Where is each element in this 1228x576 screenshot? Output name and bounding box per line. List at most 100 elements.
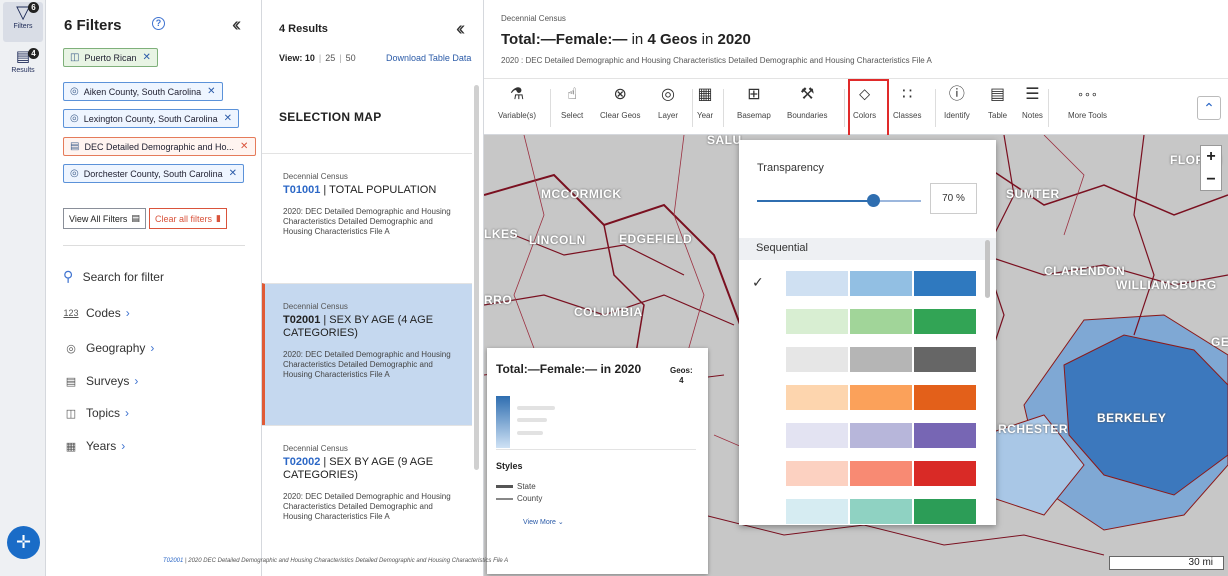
color-ramp-option[interactable] xyxy=(786,271,978,296)
paint-bucket-icon: ⬦ xyxy=(858,86,871,103)
ramp-swatch xyxy=(914,385,976,410)
download-table-data-link[interactable]: Download Table Data xyxy=(386,53,471,63)
color-ramp-option[interactable] xyxy=(786,385,978,410)
tool-variables[interactable]: ⚗ Variable(s) xyxy=(498,85,536,120)
filter-chip-aiken[interactable]: ◎ Aiken County, South Carolina ✕ xyxy=(63,82,223,101)
result-card[interactable]: Decennial Census T01001 | TOTAL POPULATI… xyxy=(262,153,472,283)
filters-panel: 6 Filters ? ‹‹ ◫ Puerto Rican ✕ ◎ Aiken … xyxy=(46,0,262,576)
map-label: COLUMBIA xyxy=(574,305,643,319)
tool-clear-geos[interactable]: ⊗ Clear Geos xyxy=(600,85,640,120)
info-icon[interactable]: ? xyxy=(152,17,165,30)
map-label: BERKELEY xyxy=(1097,411,1167,425)
nav-label: Years xyxy=(86,439,117,453)
card-source: Decennial Census xyxy=(283,172,348,181)
filter-chip-dorchester[interactable]: ◎ Dorchester County, South Carolina ✕ xyxy=(63,164,245,183)
pin-icon: ◎ xyxy=(70,168,79,179)
accessibility-icon: ✛ xyxy=(15,532,32,552)
collapse-toolbar-button[interactable]: ⌃ xyxy=(1197,96,1221,120)
ramp-swatch xyxy=(914,309,976,334)
view-more-link[interactable]: View More ⌄ xyxy=(523,518,564,526)
card-description: 2020: DEC Detailed Demographic and Housi… xyxy=(283,350,451,379)
color-ramp-option[interactable] xyxy=(786,499,978,524)
chevron-down-icon: ⌄ xyxy=(557,519,564,526)
card-source: Decennial Census xyxy=(283,302,348,311)
nav-topics[interactable]: ◫ Topics › xyxy=(63,406,129,420)
transparency-slider[interactable] xyxy=(757,194,921,207)
tool-identify[interactable]: ⓘ Identify xyxy=(944,85,970,120)
divider xyxy=(63,245,245,246)
ramp-swatch xyxy=(850,347,912,372)
ramp-swatch xyxy=(914,271,976,296)
tool-colors[interactable]: ⬦ Colors xyxy=(853,85,876,120)
result-card-selected[interactable]: Decennial Census T02001 | SEX BY AGE (4 … xyxy=(262,283,472,425)
color-ramp-option[interactable] xyxy=(786,309,978,334)
nav-label: Surveys xyxy=(86,374,130,388)
remove-chip-icon[interactable]: ✕ xyxy=(224,113,232,124)
map-label: GE xyxy=(1211,335,1228,349)
color-ramp-option[interactable] xyxy=(786,461,978,486)
tool-label: Clear Geos xyxy=(600,111,641,120)
tool-label: Layer xyxy=(658,111,679,120)
filters-rail-button[interactable]: ▽ Filters 6 xyxy=(3,2,43,42)
tool-notes[interactable]: ☰ Notes xyxy=(1022,85,1043,120)
view-all-filters-button[interactable]: View All Filters ▤ xyxy=(63,208,146,229)
tool-boundaries[interactable]: ⚒ Boundaries xyxy=(787,85,827,120)
tool-classes[interactable]: ∷ Classes xyxy=(893,85,921,120)
filter-chip-lexington[interactable]: ◎ Lexington County, South Carolina ✕ xyxy=(63,109,240,128)
sequential-heading: Sequential xyxy=(739,238,996,260)
ramp-swatch xyxy=(786,499,848,524)
filter-chip-dec[interactable]: ▤ DEC Detailed Demographic and Ho... ✕ xyxy=(63,137,256,156)
zoom-out-button[interactable]: − xyxy=(1201,169,1221,192)
view-label: View: xyxy=(279,53,303,63)
remove-chip-icon[interactable]: ✕ xyxy=(229,168,237,179)
remove-chip-icon[interactable]: ✕ xyxy=(240,141,248,152)
remove-chip-icon[interactable]: ✕ xyxy=(142,52,150,63)
ramp-swatch xyxy=(786,423,848,448)
color-ramp-option[interactable] xyxy=(786,347,978,372)
tool-layer[interactable]: ◎ Layer xyxy=(658,85,678,120)
nav-years[interactable]: ▦ Years › xyxy=(63,439,125,453)
popup-scrollbar[interactable] xyxy=(985,240,990,298)
remove-chip-icon[interactable]: ✕ xyxy=(207,86,215,97)
tool-more-tools[interactable]: ∘∘∘ More Tools xyxy=(1068,85,1107,120)
footer-code: T02001 xyxy=(163,558,184,564)
results-rail-button[interactable]: ▤ Results 4 xyxy=(3,48,43,88)
tool-year[interactable]: ▦ Year xyxy=(697,85,713,120)
filter-chip-puerto-rican[interactable]: ◫ Puerto Rican ✕ xyxy=(63,48,158,67)
nav-codes[interactable]: 123 Codes › xyxy=(63,306,129,320)
results-scrollbar[interactable] xyxy=(474,85,479,470)
clear-all-filters-button[interactable]: Clear all filters ▮ xyxy=(149,208,227,229)
more-icon: ∘∘∘ xyxy=(1077,89,1098,101)
ramp-swatch xyxy=(850,461,912,486)
classes-icon: ∷ xyxy=(902,86,913,103)
slider-knob[interactable] xyxy=(867,194,880,207)
slider-rest-track xyxy=(877,200,921,202)
collapse-results-icon[interactable]: ‹‹ xyxy=(456,18,466,41)
results-count-badge: 4 xyxy=(28,48,39,59)
tool-basemap[interactable]: ⊞ Basemap xyxy=(737,85,771,120)
card-code: T02001 xyxy=(283,314,321,326)
geos-value: 4 xyxy=(679,376,684,385)
view-option-25[interactable]: 25 xyxy=(325,53,335,63)
map-label: SALU xyxy=(707,135,742,147)
transparency-input[interactable]: 70 % xyxy=(930,183,977,214)
accessibility-button[interactable]: ✛ xyxy=(7,526,40,559)
calendar-icon: ▦ xyxy=(697,86,713,103)
result-card[interactable]: Decennial Census T02002 | SEX BY AGE (9 … xyxy=(262,425,472,576)
basemap-icon: ⊞ xyxy=(747,86,761,103)
color-ramp-option[interactable] xyxy=(786,423,978,448)
card-name: | TOTAL POPULATION xyxy=(323,184,437,196)
nav-surveys[interactable]: ▤ Surveys › xyxy=(63,374,139,388)
ramp-swatch xyxy=(786,461,848,486)
search-for-filter[interactable]: ⚲ Search for filter xyxy=(63,268,164,285)
tool-table[interactable]: ▤ Table xyxy=(988,85,1007,120)
tool-select[interactable]: ☝ Select xyxy=(561,85,583,120)
nav-geography[interactable]: ◎ Geography › xyxy=(63,341,154,355)
collapse-filters-icon[interactable]: ‹‹ xyxy=(232,14,242,37)
ramp-swatch xyxy=(914,461,976,486)
view-option-10[interactable]: 10 xyxy=(305,53,315,63)
zoom-in-button[interactable]: + xyxy=(1201,146,1221,169)
map-label: MCCORMICK xyxy=(541,187,622,201)
county-line-icon xyxy=(496,497,513,500)
view-option-50[interactable]: 50 xyxy=(346,53,356,63)
